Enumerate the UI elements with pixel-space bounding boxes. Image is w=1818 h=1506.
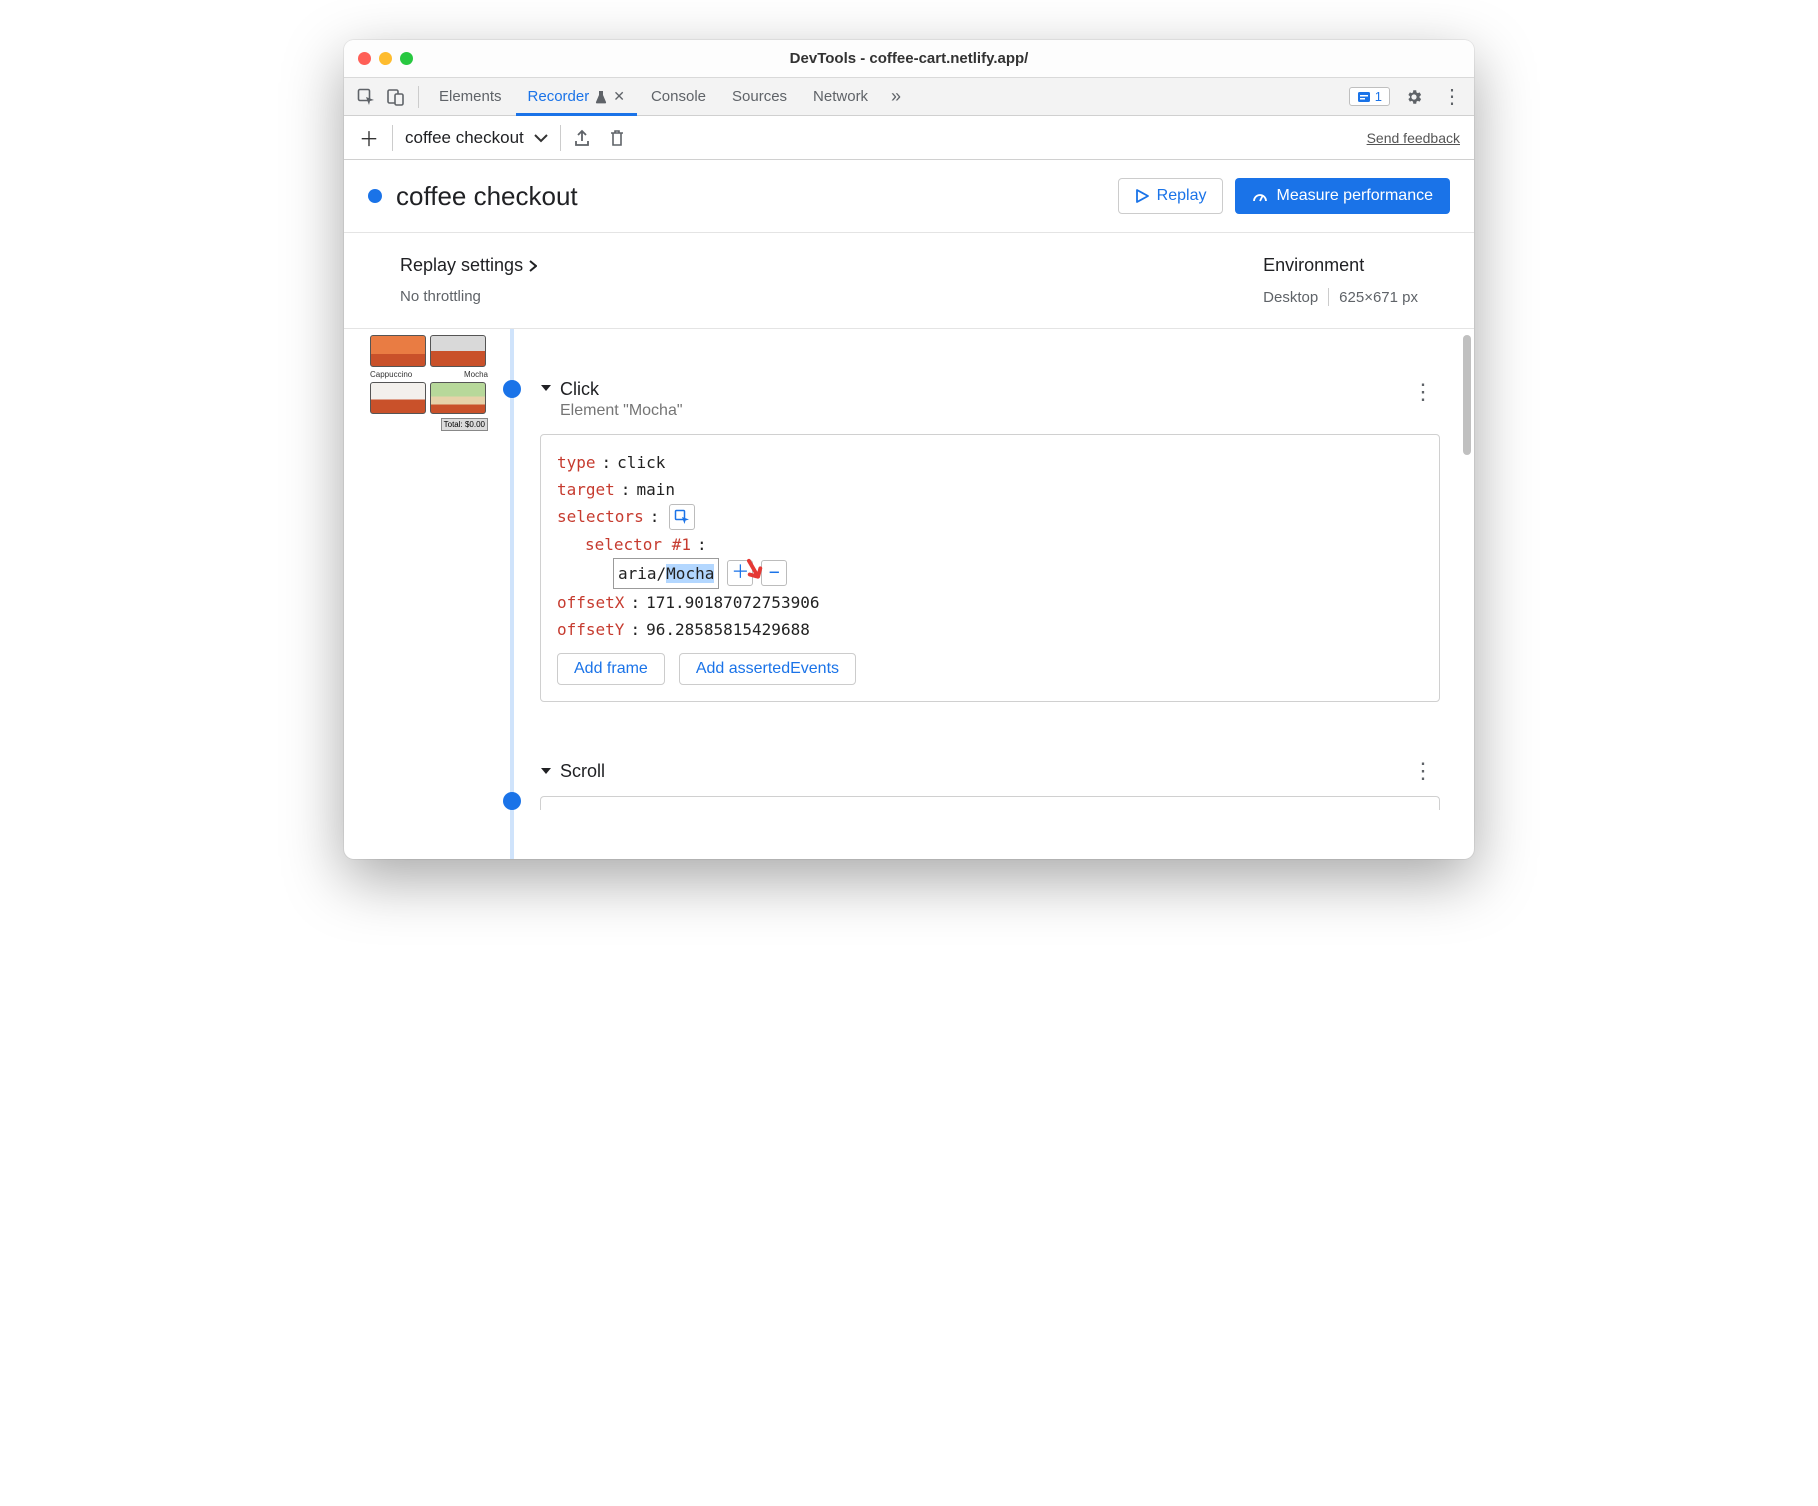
chevron-down-icon (540, 766, 552, 776)
chevron-down-icon (540, 383, 552, 393)
titlebar: DevTools - coffee-cart.netlify.app/ (344, 40, 1474, 78)
recording-header: coffee checkout Replay Measure performan… (344, 160, 1474, 233)
replay-button[interactable]: Replay (1118, 178, 1224, 214)
flask-icon (595, 90, 607, 104)
panel-tabs: Elements Recorder ✕ Console Sources Netw… (344, 78, 1474, 116)
step-menu-icon[interactable]: ⋮ (1412, 379, 1440, 405)
measure-performance-button[interactable]: Measure performance (1235, 178, 1450, 214)
environment-title: Environment (1263, 255, 1418, 276)
add-frame-button[interactable]: Add frame (557, 653, 665, 685)
scrollbar[interactable] (1463, 335, 1471, 455)
device-toolbar-icon[interactable] (382, 83, 410, 111)
close-tab-icon[interactable]: ✕ (613, 88, 625, 105)
tab-recorder[interactable]: Recorder ✕ (516, 78, 637, 115)
timeline: CappuccinoMocha Total: $0.00 Click Eleme… (344, 329, 1474, 859)
step-scroll-header[interactable]: Scroll ⋮ (540, 758, 1440, 784)
thumbnail-total: Total: $0.00 (441, 418, 488, 431)
zoom-window-button[interactable] (400, 52, 413, 65)
play-icon (1135, 189, 1149, 203)
add-asserted-events-button[interactable]: Add assertedEvents (679, 653, 856, 685)
step-detail-box: ➜ type: click target: main selectors: se… (540, 434, 1440, 702)
throttling-label: No throttling (400, 288, 537, 305)
settings-row: Replay settings No throttling Environmen… (344, 233, 1474, 329)
add-selector-button[interactable]: ＋ (727, 560, 753, 586)
new-recording-button[interactable]: ＋ (358, 123, 380, 152)
window-title: DevTools - coffee-cart.netlify.app/ (344, 50, 1474, 67)
step-subtitle: Element "Mocha" (560, 402, 683, 420)
step-title: Scroll (560, 761, 605, 782)
remove-selector-button[interactable]: − (761, 560, 787, 586)
replay-settings-toggle[interactable]: Replay settings (400, 255, 537, 276)
send-feedback-link[interactable]: Send feedback (1367, 130, 1460, 146)
delete-icon[interactable] (609, 129, 633, 147)
recording-selector[interactable]: coffee checkout (405, 128, 548, 148)
chevron-right-icon (529, 260, 537, 272)
tab-elements[interactable]: Elements (427, 78, 514, 115)
kebab-menu-icon[interactable]: ⋮ (1438, 83, 1466, 111)
tab-network[interactable]: Network (801, 78, 880, 115)
step-detail-box (540, 796, 1440, 810)
recorder-toolbar: ＋ coffee checkout Send feedback (344, 116, 1474, 160)
chevron-down-icon (534, 133, 548, 143)
minimize-window-button[interactable] (379, 52, 392, 65)
settings-gear-icon[interactable] (1400, 83, 1428, 111)
recording-status-dot (368, 189, 382, 203)
tab-console[interactable]: Console (639, 78, 718, 115)
environment-device: Desktop (1263, 289, 1318, 306)
close-window-button[interactable] (358, 52, 371, 65)
tab-sources[interactable]: Sources (720, 78, 799, 115)
gauge-icon (1252, 188, 1268, 204)
step-click-header[interactable]: Click Element "Mocha" ⋮ (540, 379, 1440, 420)
screenshot-thumbnail: CappuccinoMocha Total: $0.00 (344, 329, 494, 859)
step-marker[interactable] (503, 792, 521, 810)
inspect-element-icon[interactable] (352, 83, 380, 111)
environment-viewport: 625×671 px (1339, 289, 1418, 306)
traffic-lights (358, 52, 413, 65)
issues-badge[interactable]: 1 (1349, 87, 1390, 106)
devtools-window: DevTools - coffee-cart.netlify.app/ Elem… (344, 40, 1474, 859)
export-icon[interactable] (573, 129, 597, 147)
timeline-rail (494, 329, 530, 859)
element-picker-icon[interactable] (669, 504, 695, 530)
step-marker[interactable] (503, 380, 521, 398)
more-tabs-icon[interactable]: » (882, 83, 910, 111)
issues-icon (1357, 90, 1371, 104)
selector-input[interactable]: aria/Mocha (613, 558, 719, 589)
step-title: Click (560, 379, 683, 400)
recording-title: coffee checkout (396, 181, 578, 212)
step-menu-icon[interactable]: ⋮ (1412, 758, 1440, 784)
